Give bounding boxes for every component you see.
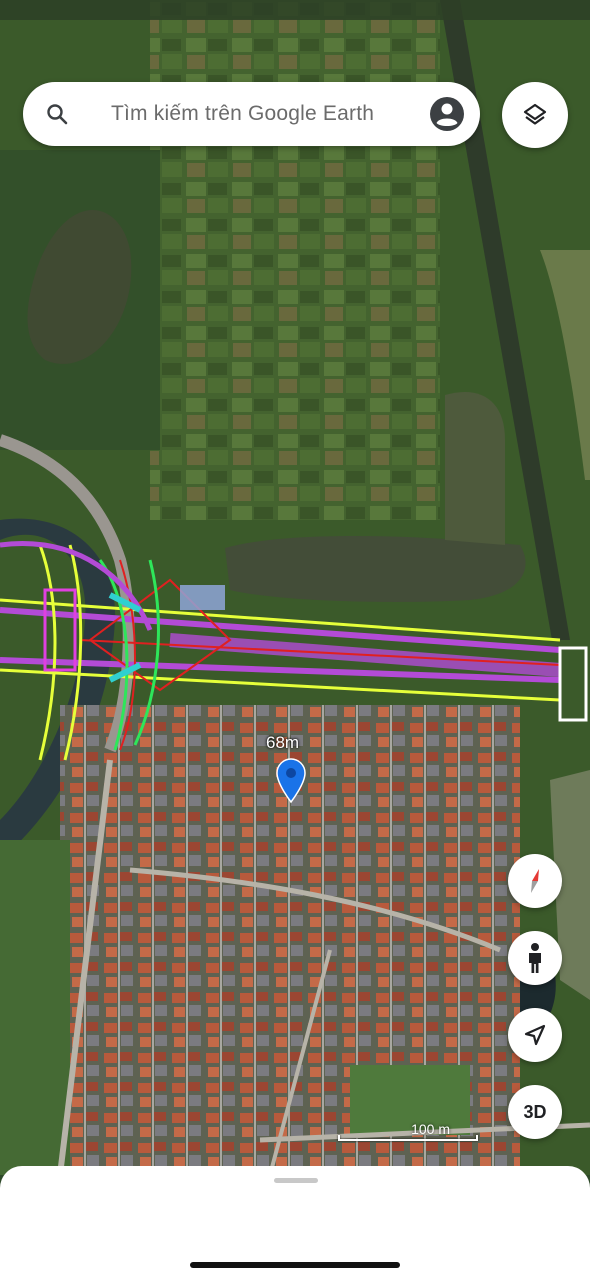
location-pin-icon[interactable] (274, 756, 308, 804)
compass-icon (531, 869, 539, 893)
scale-label: 100 m (411, 1121, 450, 1137)
layers-icon (523, 103, 547, 125)
sheet-drag-handle[interactable] (274, 1178, 318, 1183)
satellite-map[interactable] (0, 0, 590, 1175)
search-bar[interactable]: Tìm kiếm trên Google Earth (23, 82, 480, 146)
3d-view-button[interactable]: 3D (508, 1085, 562, 1139)
search-icon (47, 104, 68, 125)
bottom-sheet[interactable] (0, 1166, 590, 1280)
my-location-button[interactable] (508, 1008, 562, 1062)
compass-button[interactable] (508, 854, 562, 908)
account-circle-icon[interactable] (429, 96, 465, 132)
home-indicator (190, 1262, 400, 1268)
3d-label: 3D (523, 1101, 547, 1122)
distance-label: 68m (266, 733, 300, 752)
person-icon (529, 943, 541, 973)
scale-bar: 100 m (338, 1121, 478, 1141)
navigation-arrow-icon (524, 1024, 546, 1046)
scale-line (338, 1135, 478, 1141)
layers-button[interactable] (502, 82, 568, 148)
street-view-button[interactable] (508, 931, 562, 985)
search-input[interactable]: Tìm kiếm trên Google Earth (111, 82, 374, 146)
